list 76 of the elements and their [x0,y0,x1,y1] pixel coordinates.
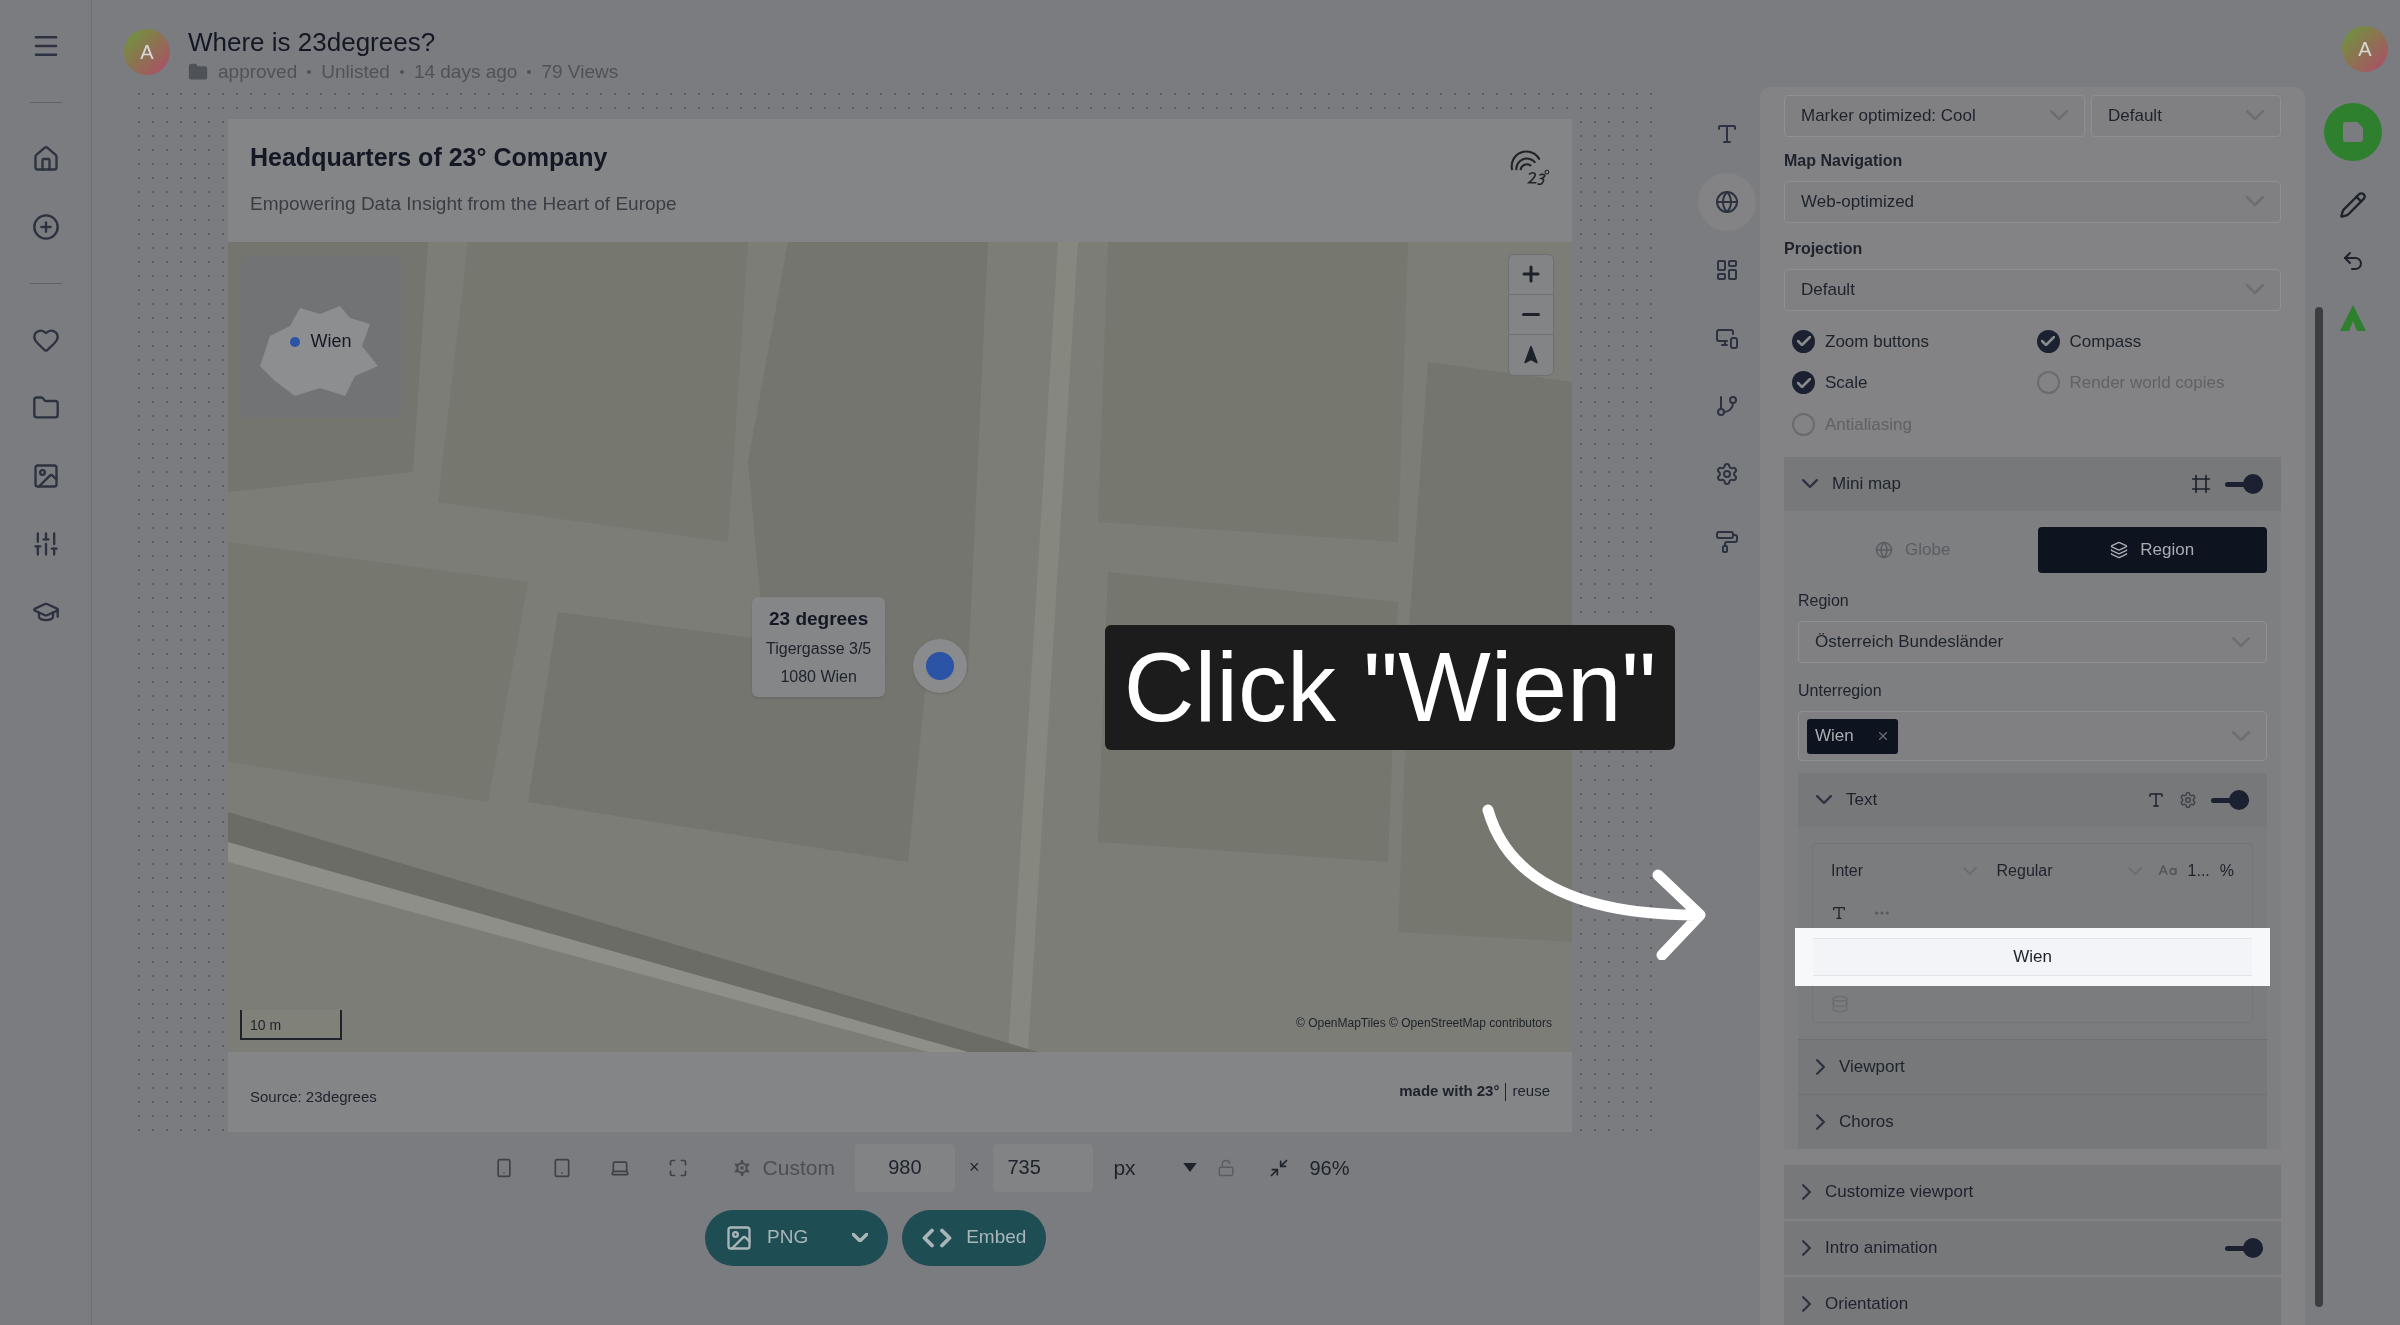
text-color-icon[interactable] [1831,905,1847,921]
user-avatar[interactable]: A [2342,26,2388,72]
map-attribution: © OpenMapTiles © OpenStreetMap contributors [1295,1014,1552,1032]
compass-icon [1521,344,1541,365]
scale-bar: 10 m [240,1009,342,1040]
region-tag: Wien [1807,718,1898,754]
check-icon [1796,377,1811,388]
field-label: Unterregion [1798,681,1883,701]
collapsed-section[interactable]: Choros [1798,1094,2267,1149]
chevron-right-icon[interactable] [1816,1059,1825,1075]
collapsed-section[interactable]: Orientation [1784,1277,2281,1325]
checkbox-option[interactable]: Compass [2036,328,2281,354]
card-subtitle: Empowering Data Insight from the Heart of Europe [250,192,677,216]
layers-icon [2110,541,2129,559]
width-field[interactable]: 980 [854,1143,955,1192]
export-button[interactable]: Embed [902,1209,1047,1266]
popup-line: Tigergasse 3/5 [766,639,872,659]
field-label: Projection [1784,238,1864,259]
size-value[interactable]: 1... [2187,859,2210,883]
popup-title: 23 degrees [768,606,869,631]
toggle-switch[interactable] [2225,474,2263,494]
folder-icon [188,62,208,83]
credit-text: made with 23° [1399,1081,1500,1102]
collapsed-section[interactable]: Intro animation [1784,1221,2281,1275]
chevron-down-icon [852,1232,869,1243]
source-text: Source: 23degrees [250,1087,377,1108]
navigation-select[interactable]: Web-optimized [1784,180,2281,223]
zoom-level: 96% [1309,1155,1350,1181]
letter-icon[interactable] [2147,791,2165,809]
chevron-down-icon[interactable] [1816,795,1832,805]
frame-icon[interactable] [2191,474,2211,494]
instruction-banner: Click "Wien" [1105,625,1675,750]
weight-select[interactable]: Regular [1996,859,2143,883]
check-icon [2041,336,2055,347]
projection-select[interactable]: Default [1784,268,2281,311]
check-icon [1796,336,1811,347]
field-label: Map Navigation [1784,150,1904,171]
times-sign: × [968,1156,980,1179]
checkbox-option[interactable]: Scale [1792,370,2037,396]
field-label: Region [1798,591,1850,611]
chevron-right-icon[interactable] [1816,1114,1825,1130]
variant-select[interactable]: Default [2091,94,2281,137]
collapsed-section[interactable]: Viewport [1798,1039,2267,1094]
chevron-right-icon[interactable] [1802,1240,1811,1256]
unit-label: % [2219,861,2234,881]
logo-icon [1508,148,1550,187]
avatar: A [124,29,170,75]
font-select[interactable]: Inter [1831,859,1977,883]
toggle-switch[interactable] [2225,1238,2263,1258]
region-select[interactable]: Österreich Bundesländer [1798,621,2267,663]
style-select[interactable]: Marker optimized: Cool [1784,94,2085,137]
chevron-down-icon[interactable] [1802,479,1818,489]
chevron-right-icon[interactable] [1802,1296,1811,1312]
height-field[interactable]: 735 [993,1143,1094,1192]
export-button[interactable]: PNG [705,1209,889,1266]
pencil-icon[interactable] [2338,190,2367,219]
subregion-select[interactable]: Wien [1798,711,2267,761]
chevron-right-icon[interactable] [1802,1184,1811,1200]
unit-label: px [1113,1154,1137,1181]
toggle-switch[interactable] [2211,790,2249,810]
popup-line: 1080 Wien [780,667,857,687]
settings-icon[interactable] [2179,791,2197,809]
globe-icon [1875,541,1894,559]
minus-icon [1522,312,1540,316]
card-title: Headquarters of 23° Company [250,141,609,173]
label-text-field[interactable]: Wien [1813,938,2252,976]
checkbox-option[interactable]: Zoom buttons [1792,328,2037,354]
resize-icon[interactable] [1269,1157,1290,1178]
save-icon [2340,119,2365,144]
mode-tab[interactable]: Region [2037,527,2267,573]
collapsed-section[interactable]: Customize viewport [1784,1165,2281,1219]
minimap-label: Wien [310,330,352,353]
image-icon [725,1223,753,1252]
page-title: Where is 23degrees? [188,26,437,58]
dropdown-caret-icon[interactable] [1183,1163,1198,1172]
reuse-link[interactable]: reuse [1512,1080,1550,1103]
